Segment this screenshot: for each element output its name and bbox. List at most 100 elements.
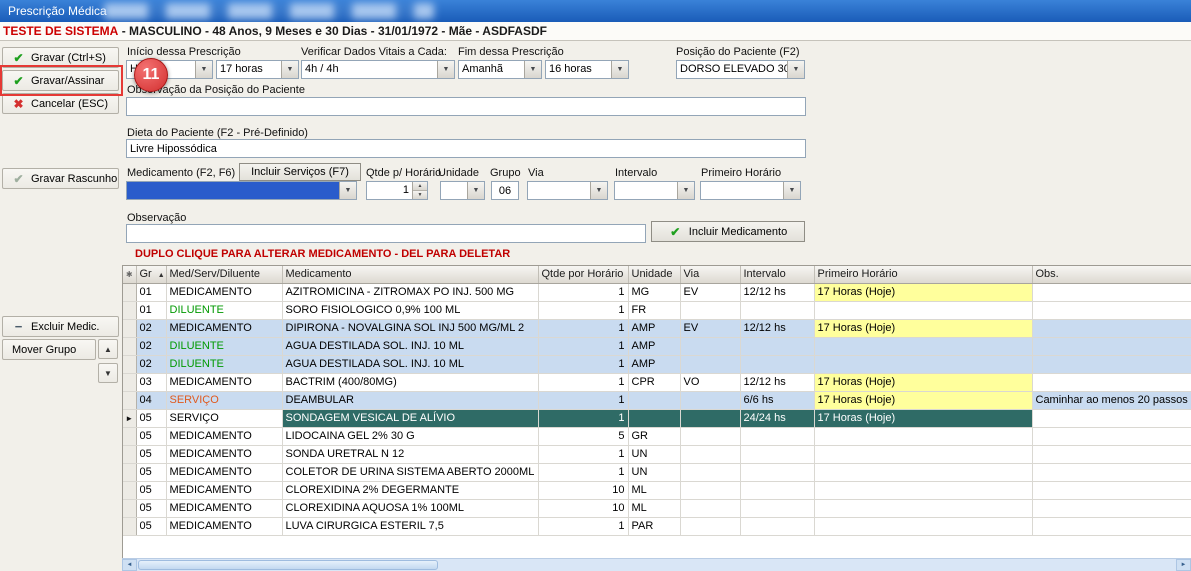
diet-input[interactable] bbox=[126, 139, 806, 158]
qty-spinner[interactable]: 1 ▲ ▼ bbox=[366, 181, 428, 200]
chevron-down-icon[interactable]: ▼ bbox=[524, 61, 541, 78]
save-sign-button[interactable]: ✔ Gravar/Assinar bbox=[2, 70, 119, 91]
unit-combo[interactable]: ▼ bbox=[440, 181, 485, 200]
column-header-obs[interactable]: Obs. bbox=[1032, 266, 1191, 283]
chevron-down-icon[interactable]: ▼ bbox=[437, 61, 454, 78]
cell-obs bbox=[1032, 463, 1191, 481]
cell-med: AGUA DESTILADA SOL. INJ. 10 ML bbox=[282, 355, 538, 373]
delete-med-button[interactable]: − Excluir Medic. bbox=[2, 316, 119, 337]
grid-row[interactable]: 05MEDICAMENTOSONDA URETRAL N 121UN bbox=[123, 445, 1191, 463]
column-header-via[interactable]: Via bbox=[680, 266, 740, 283]
chevron-down-icon[interactable]: ▼ bbox=[467, 182, 484, 199]
column-header-ph[interactable]: Primeiro Horário bbox=[814, 266, 1032, 283]
grid-row[interactable]: 04SERVIÇODEAMBULAR16/6 hs17 Horas (Hoje)… bbox=[123, 391, 1191, 409]
cell-med: BACTRIM (400/80MG) bbox=[282, 373, 538, 391]
cell-obs bbox=[1032, 301, 1191, 319]
vitals-combo[interactable]: 4h / 4h ▼ bbox=[301, 60, 455, 79]
cell-obs bbox=[1032, 517, 1191, 535]
horizontal-scrollbar[interactable]: ◄ ► bbox=[122, 558, 1191, 571]
scroll-left-button[interactable]: ◄ bbox=[122, 559, 137, 571]
start-day-combo[interactable]: Hoje ▼ bbox=[126, 60, 213, 79]
cell-via bbox=[680, 463, 740, 481]
row-indicator bbox=[123, 337, 136, 355]
chevron-down-icon[interactable]: ▼ bbox=[787, 61, 804, 78]
include-services-button[interactable]: Incluir Serviços (F7) bbox=[239, 163, 361, 181]
chevron-down-icon[interactable]: ▼ bbox=[677, 182, 694, 199]
first-time-combo[interactable]: ▼ bbox=[700, 181, 801, 200]
grid-row[interactable]: 02DILUENTEAGUA DESTILADA SOL. INJ. 10 ML… bbox=[123, 337, 1191, 355]
save-draft-button[interactable]: ✔ Gravar Rascunho bbox=[2, 168, 119, 189]
end-day-value: Amanhã bbox=[459, 61, 524, 78]
cell-int: 12/12 hs bbox=[740, 283, 814, 301]
grid-row[interactable]: 02DILUENTEAGUA DESTILADA SOL. INJ. 10 ML… bbox=[123, 355, 1191, 373]
cell-obs bbox=[1032, 409, 1191, 427]
position-observation-input[interactable] bbox=[126, 97, 806, 116]
scroll-right-button[interactable]: ► bbox=[1176, 559, 1191, 571]
move-group-button-label: Mover Grupo bbox=[12, 344, 76, 356]
chevron-down-icon[interactable]: ▼ bbox=[281, 61, 298, 78]
grid-row[interactable]: 05MEDICAMENTOCLOREXIDINA AQUOSA 1% 100ML… bbox=[123, 499, 1191, 517]
medication-combo[interactable]: ▼ bbox=[126, 181, 357, 200]
cell-med: SONDAGEM VESICAL DE ALÍVIO bbox=[282, 409, 538, 427]
cell-qtde: 5 bbox=[538, 427, 628, 445]
start-day-value: Hoje bbox=[127, 61, 195, 78]
start-label: Início dessa Prescrição bbox=[127, 46, 241, 58]
route-combo[interactable]: ▼ bbox=[527, 181, 608, 200]
chevron-down-icon[interactable]: ▼ bbox=[339, 182, 356, 199]
grid-row[interactable]: ►05SERVIÇOSONDAGEM VESICAL DE ALÍVIO124/… bbox=[123, 409, 1191, 427]
check-icon: ✔ bbox=[12, 52, 25, 64]
scrollbar-track[interactable] bbox=[137, 559, 1176, 571]
medication-value bbox=[127, 182, 339, 199]
move-group-down-button[interactable]: ▼ bbox=[98, 363, 118, 383]
grid-row[interactable]: 01MEDICAMENTOAZITROMICINA - ZITROMAX PO … bbox=[123, 283, 1191, 301]
grid-row[interactable]: 01DILUENTESORO FISIOLOGICO 0,9% 100 ML1F… bbox=[123, 301, 1191, 319]
observation-input[interactable] bbox=[126, 224, 646, 243]
interval-combo[interactable]: ▼ bbox=[614, 181, 695, 200]
cell-ph bbox=[814, 355, 1032, 373]
grid-row[interactable]: 05MEDICAMENTOLUVA CIRURGICA ESTERIL 7,51… bbox=[123, 517, 1191, 535]
end-day-combo[interactable]: Amanhã ▼ bbox=[458, 60, 542, 79]
row-indicator bbox=[123, 283, 136, 301]
medication-label: Medicamento (F2, F6) bbox=[127, 167, 235, 179]
move-group-button[interactable]: Mover Grupo bbox=[2, 339, 96, 360]
column-header-med[interactable]: Medicamento bbox=[282, 266, 538, 283]
cell-int bbox=[740, 445, 814, 463]
chevron-down-icon[interactable]: ▼ bbox=[195, 61, 212, 78]
spin-down-button[interactable]: ▼ bbox=[413, 191, 427, 199]
move-group-up-button[interactable]: ▲ bbox=[98, 339, 118, 359]
grid-row[interactable]: 05MEDICAMENTOLIDOCAINA GEL 2% 30 G5GR bbox=[123, 427, 1191, 445]
cell-gr: 02 bbox=[136, 355, 166, 373]
column-header-qtde[interactable]: Qtde por Horário bbox=[538, 266, 628, 283]
column-header-int[interactable]: Intervalo bbox=[740, 266, 814, 283]
cell-qtde: 1 bbox=[538, 391, 628, 409]
column-header-tipo[interactable]: Med/Serv/Diluente bbox=[166, 266, 282, 283]
cancel-button[interactable]: ✖ Cancelar (ESC) bbox=[2, 93, 119, 114]
cell-obs bbox=[1032, 319, 1191, 337]
spin-up-button[interactable]: ▲ bbox=[413, 182, 427, 191]
grid-row[interactable]: 05MEDICAMENTOCOLETOR DE URINA SISTEMA AB… bbox=[123, 463, 1191, 481]
chevron-down-icon[interactable]: ▼ bbox=[611, 61, 628, 78]
save-button[interactable]: ✔ Gravar (Ctrl+S) bbox=[2, 47, 119, 68]
group-input[interactable] bbox=[491, 181, 519, 200]
cell-med: DEAMBULAR bbox=[282, 391, 538, 409]
cell-int bbox=[740, 499, 814, 517]
cell-obs bbox=[1032, 499, 1191, 517]
patient-position-combo[interactable]: DORSO ELEVADO 30 G ▼ bbox=[676, 60, 805, 79]
chevron-down-icon[interactable]: ▼ bbox=[783, 182, 800, 199]
grid-row[interactable]: 05MEDICAMENTOCLOREXIDINA 2% DEGERMANTE10… bbox=[123, 481, 1191, 499]
x-icon: ✖ bbox=[12, 98, 25, 110]
column-header-un[interactable]: Unidade bbox=[628, 266, 680, 283]
vitals-value: 4h / 4h bbox=[302, 61, 437, 78]
cell-int bbox=[740, 463, 814, 481]
include-medication-button[interactable]: ✔ Incluir Medicamento bbox=[651, 221, 805, 242]
grid-row[interactable]: 02MEDICAMENTODIPIRONA - NOVALGINA SOL IN… bbox=[123, 319, 1191, 337]
cell-ph bbox=[814, 427, 1032, 445]
start-time-combo[interactable]: 17 horas ▼ bbox=[216, 60, 299, 79]
cell-obs bbox=[1032, 337, 1191, 355]
grid-selector-header-icon: ✱ bbox=[123, 266, 136, 283]
scrollbar-thumb[interactable] bbox=[138, 560, 438, 570]
chevron-down-icon[interactable]: ▼ bbox=[590, 182, 607, 199]
grid-row[interactable]: 03MEDICAMENTOBACTRIM (400/80MG)1CPRVO12/… bbox=[123, 373, 1191, 391]
end-time-combo[interactable]: 16 horas ▼ bbox=[545, 60, 629, 79]
column-header-gr[interactable]: Gr▲ bbox=[136, 266, 166, 283]
